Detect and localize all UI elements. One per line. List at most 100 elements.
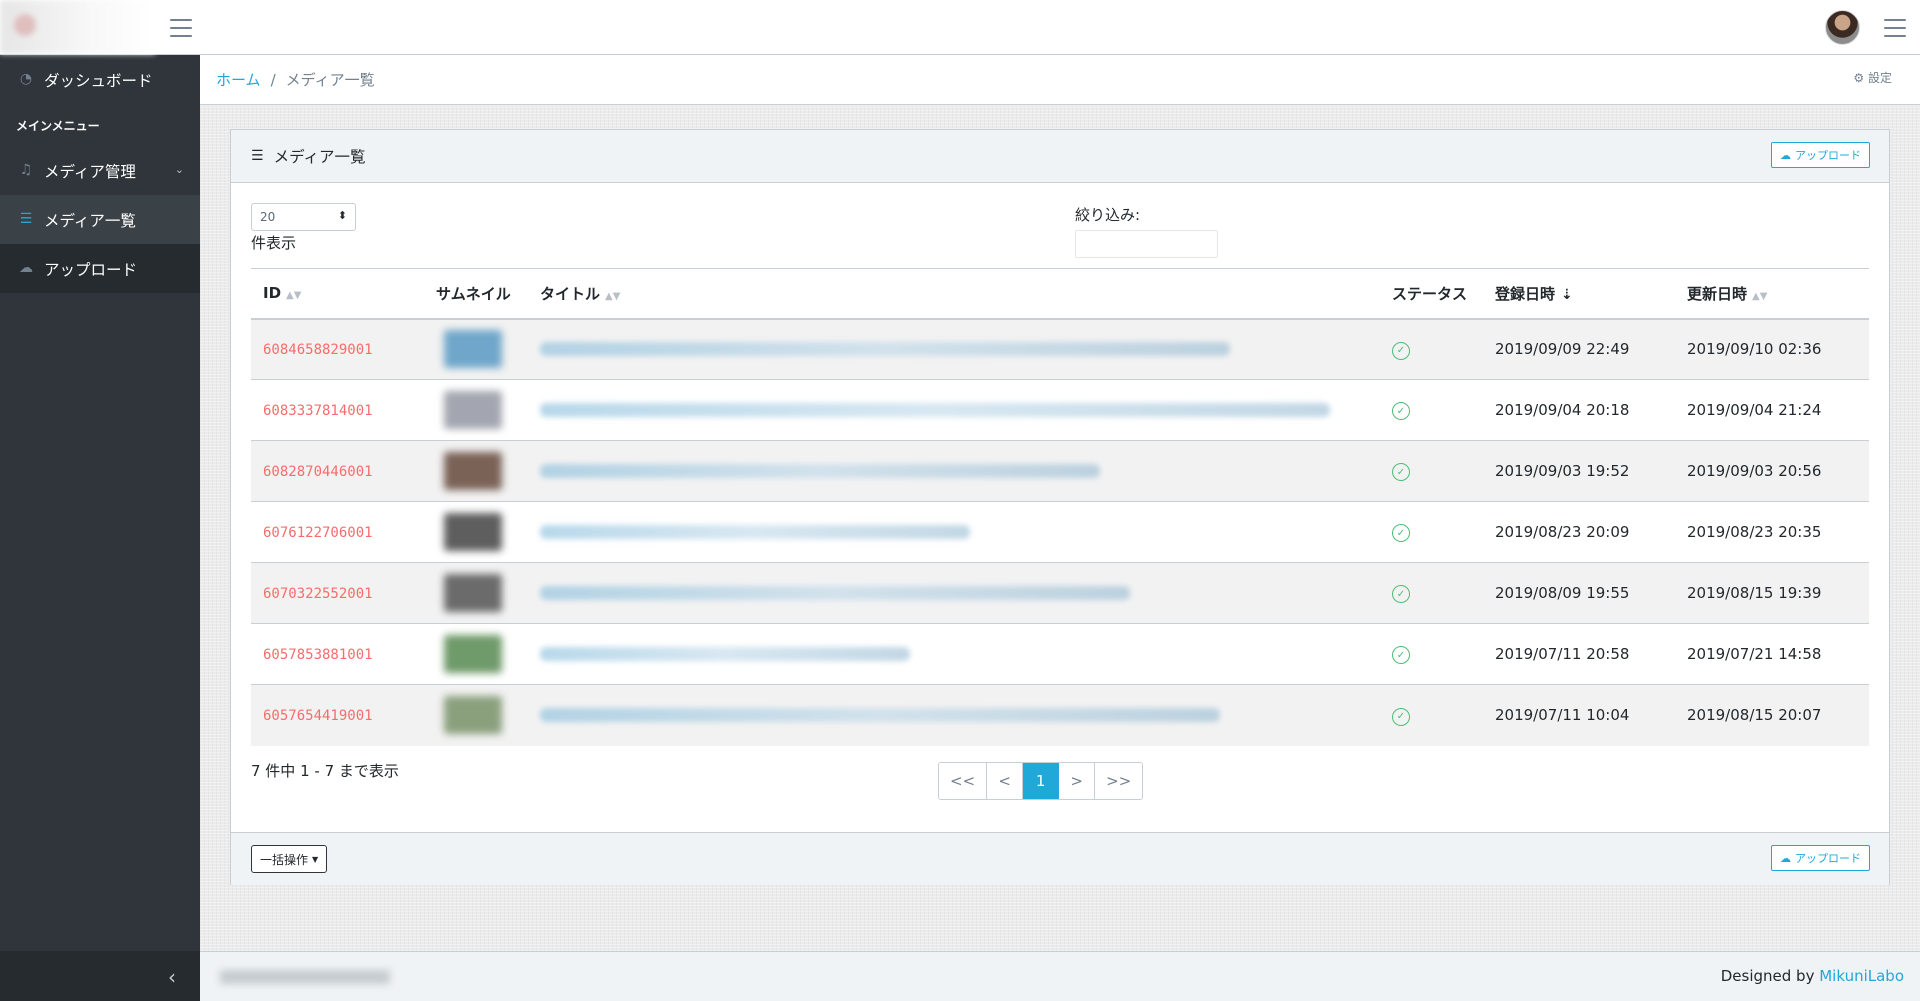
col-label: タイトル bbox=[540, 284, 601, 303]
table-row: 6083337814001 ✓ 2019/09/04 20:18 2019/09/04… bbox=[251, 379, 1869, 441]
cell-updated: 2019/09/10 02:36 bbox=[1675, 318, 1869, 380]
col-title[interactable]: タイトル ▲▼ bbox=[528, 268, 1380, 320]
designed-by-label: Designed by bbox=[1720, 967, 1815, 985]
cell-created: 2019/09/04 20:18 bbox=[1483, 379, 1675, 441]
title-blurred[interactable] bbox=[540, 586, 1130, 600]
media-list-card: ☰ メディア一覧 ☁ アップロード 20 ⬍ 件表示 絞り込み: ID ▲▼ サム… bbox=[230, 129, 1890, 885]
cell-title bbox=[528, 501, 1380, 563]
gear-icon: ⚙ bbox=[1853, 71, 1865, 85]
table-summary: 7 件中 1 - 7 まで表示 bbox=[251, 762, 399, 780]
title-blurred[interactable] bbox=[540, 708, 1220, 723]
designer-link[interactable]: MikuniLabo bbox=[1819, 967, 1904, 985]
brand-logo[interactable] bbox=[0, 0, 155, 54]
upload-button-footer[interactable]: ☁ アップロード bbox=[1771, 845, 1870, 871]
check-circle-icon: ✓ bbox=[1392, 341, 1410, 360]
sidebar-item-upload[interactable]: ☁ アップロード bbox=[0, 244, 200, 293]
thumbnail-image[interactable] bbox=[444, 574, 502, 612]
breadcrumb-current: メディア一覧 bbox=[285, 71, 375, 89]
thumbnail-image[interactable] bbox=[444, 330, 502, 369]
cell-thumbnail bbox=[424, 318, 528, 380]
page-1-button[interactable]: 1 bbox=[1023, 763, 1060, 799]
page-length-label: 件表示 bbox=[251, 234, 297, 252]
cloud-upload-icon: ☁ bbox=[1780, 148, 1791, 162]
aside-menu-toggle-icon[interactable] bbox=[1884, 19, 1906, 37]
col-updated[interactable]: 更新日時 ▲▼ bbox=[1675, 268, 1869, 320]
cell-status: ✓ bbox=[1380, 501, 1483, 563]
title-blurred[interactable] bbox=[540, 647, 910, 661]
table-row: 6070322552001 ✓ 2019/08/09 19:55 2019/08/15… bbox=[251, 562, 1869, 624]
page-prev-button[interactable]: < bbox=[987, 763, 1024, 799]
media-id-link[interactable]: 6057654419001 bbox=[263, 708, 373, 724]
table-row: 6082870446001 ✓ 2019/09/03 19:52 2019/09/03… bbox=[251, 440, 1869, 502]
media-id-link[interactable]: 6084658829001 bbox=[263, 342, 373, 358]
col-label: ID bbox=[263, 284, 282, 303]
sidebar-footer: ‹ bbox=[0, 951, 200, 1001]
cell-thumbnail bbox=[424, 623, 528, 685]
avatar[interactable] bbox=[1825, 10, 1860, 45]
media-id-link[interactable]: 6082870446001 bbox=[263, 464, 373, 480]
page-last-button[interactable]: >> bbox=[1095, 763, 1143, 799]
media-id-link[interactable]: 6076122706001 bbox=[263, 525, 373, 541]
cell-created: 2019/07/11 20:58 bbox=[1483, 623, 1675, 685]
cell-id: 6057853881001 bbox=[251, 623, 424, 685]
cell-status: ✓ bbox=[1380, 685, 1483, 746]
upload-button-label: アップロード bbox=[1795, 852, 1861, 865]
col-label: サムネイル bbox=[436, 284, 511, 303]
check-circle-icon: ✓ bbox=[1392, 463, 1410, 482]
cell-title bbox=[528, 623, 1380, 685]
table-row: 6057853881001 ✓ 2019/07/11 20:58 2019/07/21… bbox=[251, 623, 1869, 685]
thumbnail-image[interactable] bbox=[444, 391, 502, 429]
cell-updated: 2019/07/21 14:58 bbox=[1675, 623, 1869, 685]
copyright-blurred bbox=[220, 970, 390, 984]
sort-icon: ▲▼ bbox=[1752, 290, 1768, 302]
sidebar-item-label: ダッシュボード bbox=[44, 71, 153, 90]
title-blurred[interactable] bbox=[540, 525, 970, 539]
cell-status: ✓ bbox=[1380, 318, 1483, 380]
thumbnail-image[interactable] bbox=[444, 513, 502, 551]
chevron-left-icon[interactable]: ‹ bbox=[168, 965, 176, 989]
media-id-link[interactable]: 6057853881001 bbox=[263, 647, 373, 663]
upload-button[interactable]: ☁ アップロード bbox=[1771, 142, 1870, 168]
page-first-button[interactable]: << bbox=[939, 763, 988, 799]
breadcrumb-home-link[interactable]: ホーム bbox=[216, 69, 261, 90]
media-id-link[interactable]: 6070322552001 bbox=[263, 586, 373, 602]
col-status: ステータス bbox=[1380, 268, 1483, 320]
title-blurred[interactable] bbox=[540, 403, 1330, 417]
page-length-value: 20 bbox=[260, 210, 276, 224]
check-circle-icon: ✓ bbox=[1392, 402, 1410, 421]
title-blurred[interactable] bbox=[540, 342, 1230, 357]
bulk-action-dropdown[interactable]: 一括操作 ▼ bbox=[251, 845, 328, 873]
cell-title bbox=[528, 379, 1380, 441]
col-created[interactable]: 登録日時 ⇣ bbox=[1483, 268, 1675, 320]
thumbnail-image[interactable] bbox=[444, 696, 502, 735]
upload-button-label: アップロード bbox=[1795, 149, 1861, 162]
cell-thumbnail bbox=[424, 562, 528, 624]
sidebar-item-dashboard[interactable]: ◔ ダッシュボード bbox=[0, 55, 200, 104]
sort-desc-icon: ⇣ bbox=[1561, 286, 1573, 303]
sort-icon: ▲▼ bbox=[286, 290, 302, 302]
thumbnail-image[interactable] bbox=[444, 635, 502, 673]
title-blurred[interactable] bbox=[540, 464, 1100, 478]
media-id-link[interactable]: 6083337814001 bbox=[263, 403, 373, 419]
cell-updated: 2019/09/04 21:24 bbox=[1675, 379, 1869, 441]
cell-status: ✓ bbox=[1380, 562, 1483, 624]
cell-id: 6082870446001 bbox=[251, 440, 424, 502]
sidebar-item-media-list[interactable]: ☰ メディア一覧 bbox=[0, 195, 200, 244]
col-id[interactable]: ID ▲▼ bbox=[251, 268, 424, 320]
cell-updated: 2019/09/03 20:56 bbox=[1675, 440, 1869, 502]
filter-input[interactable] bbox=[1075, 230, 1218, 258]
caret-down-icon: ▼ bbox=[312, 854, 319, 864]
sidebar-item-media-manage[interactable]: ♫ メディア管理 ⌄ bbox=[0, 146, 200, 195]
page-next-button[interactable]: > bbox=[1059, 763, 1096, 799]
cell-title bbox=[528, 318, 1380, 380]
col-label: 更新日時 bbox=[1687, 284, 1748, 303]
page-length-select[interactable]: 20 ⬍ bbox=[251, 203, 356, 231]
cell-created: 2019/09/03 19:52 bbox=[1483, 440, 1675, 502]
sidebar-toggle-icon[interactable] bbox=[170, 19, 192, 37]
cell-status: ✓ bbox=[1380, 379, 1483, 441]
thumbnail-image[interactable] bbox=[444, 452, 502, 490]
cloud-upload-icon: ☁ bbox=[1780, 851, 1791, 865]
sort-icon: ▲▼ bbox=[605, 290, 621, 302]
settings-link[interactable]: ⚙ 設定 bbox=[1853, 69, 1892, 86]
cell-id: 6057654419001 bbox=[251, 685, 424, 746]
